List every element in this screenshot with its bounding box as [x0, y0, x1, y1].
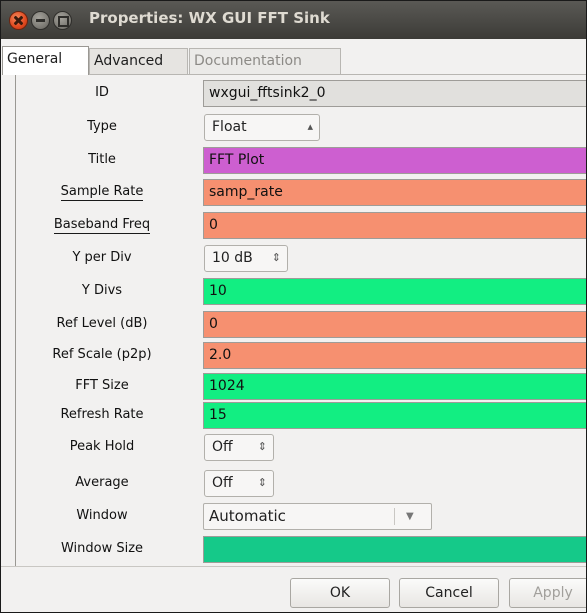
general-panel: ID wxgui_fftsink2_0 Type Float ▴▾ Title …	[15, 74, 586, 567]
baseband-freq-label: Baseband Freq	[16, 211, 188, 239]
y-per-div-value: 10 dB	[212, 250, 253, 266]
tab-bar: General Advanced Documentation	[1, 44, 586, 75]
ref-level-field[interactable]: 0	[203, 311, 586, 338]
refresh-rate-label: Refresh Rate	[60, 407, 144, 422]
title-bar: Properties: WX GUI FFT Sink	[1, 1, 586, 39]
peak-hold-value: Off	[212, 439, 233, 455]
ref-scale-label: Ref Scale (p2p)	[52, 347, 152, 362]
close-icon[interactable]	[9, 11, 28, 30]
param-row-sample-rate: Sample Rate samp_rate	[16, 178, 586, 206]
param-row-ref-scale: Ref Scale (p2p) 2.0	[16, 341, 586, 369]
window-dropdown[interactable]: Automatic ▼	[203, 503, 432, 530]
spin-arrows-icon: ⇕	[257, 476, 267, 489]
window-size-label: Window Size	[60, 541, 144, 556]
title-label: Title	[88, 152, 116, 167]
param-row-y-per-div: Y per Div 10 dB ⇕	[16, 244, 586, 272]
apply-button[interactable]: Apply	[509, 578, 586, 608]
average-value: Off	[212, 475, 233, 491]
sample-rate-label: Sample Rate	[16, 178, 188, 206]
ref-scale-field[interactable]: 2.0	[203, 342, 586, 369]
id-field[interactable]: wxgui_fftsink2_0	[203, 80, 586, 107]
title-field[interactable]: FFT Plot	[203, 147, 586, 174]
y-per-div-select[interactable]: 10 dB ⇕	[204, 245, 288, 272]
param-row-title: Title FFT Plot	[16, 146, 586, 174]
param-row-average: Average Off ⇕	[16, 469, 586, 497]
tab-documentation[interactable]: Documentation	[189, 48, 341, 74]
param-row-type: Type Float ▴▾	[16, 113, 586, 157]
baseband-freq-label-text: Baseband Freq	[53, 217, 151, 234]
average-select[interactable]: Off ⇕	[204, 470, 274, 497]
y-per-div-label: Y per Div	[72, 250, 132, 265]
sample-rate-label-text: Sample Rate	[60, 184, 144, 201]
param-row-window: Window Automatic ▼	[16, 502, 586, 530]
maximize-icon[interactable]	[53, 11, 72, 30]
param-row-ref-level: Ref Level (dB) 0	[16, 310, 586, 338]
cancel-button[interactable]: Cancel	[399, 578, 499, 608]
param-row-window-size: Window Size	[16, 535, 586, 563]
peak-hold-select[interactable]: Off ⇕	[204, 434, 274, 461]
spin-arrows-icon: ⇕	[257, 440, 267, 453]
tab-general[interactable]: General	[2, 46, 89, 75]
window-size-field[interactable]	[203, 536, 586, 563]
baseband-freq-field[interactable]: 0	[203, 212, 586, 239]
peak-hold-label: Peak Hold	[69, 439, 135, 454]
dropdown-separator	[394, 508, 395, 525]
chevron-down-icon: ▼	[406, 511, 414, 522]
ok-button[interactable]: OK	[290, 578, 390, 608]
param-row-id: ID wxgui_fftsink2_0	[16, 79, 586, 107]
window-value: Automatic	[209, 507, 286, 525]
sample-rate-field[interactable]: samp_rate	[203, 179, 586, 206]
param-row-refresh-rate: Refresh Rate 15	[16, 401, 586, 429]
param-row-peak-hold: Peak Hold Off ⇕	[16, 433, 586, 461]
y-divs-label: Y Divs	[81, 283, 123, 298]
type-label: Type	[87, 119, 117, 134]
average-label: Average	[75, 475, 129, 490]
button-bar: OK Cancel Apply	[1, 566, 586, 612]
type-value: Float	[212, 119, 247, 135]
fft-size-label: FFT Size	[75, 378, 129, 393]
id-label: ID	[95, 85, 109, 100]
type-select[interactable]: Float ▴▾	[204, 114, 320, 157]
spin-arrows-icon: ⇕	[271, 251, 281, 264]
ref-level-label: Ref Level (dB)	[56, 316, 148, 331]
param-row-fft-size: FFT Size 1024	[16, 372, 586, 400]
window-title: Properties: WX GUI FFT Sink	[89, 9, 330, 27]
param-row-baseband-freq: Baseband Freq 0	[16, 211, 586, 239]
fft-size-field[interactable]: 1024	[203, 373, 586, 400]
refresh-rate-field[interactable]: 15	[203, 402, 586, 429]
y-divs-field[interactable]: 10	[203, 278, 586, 305]
properties-dialog: Properties: WX GUI FFT Sink General Adva…	[0, 0, 587, 613]
param-row-y-divs: Y Divs 10	[16, 277, 586, 305]
minimize-icon[interactable]	[31, 11, 50, 30]
window-label: Window	[76, 508, 128, 523]
tab-advanced[interactable]: Advanced	[89, 48, 188, 74]
